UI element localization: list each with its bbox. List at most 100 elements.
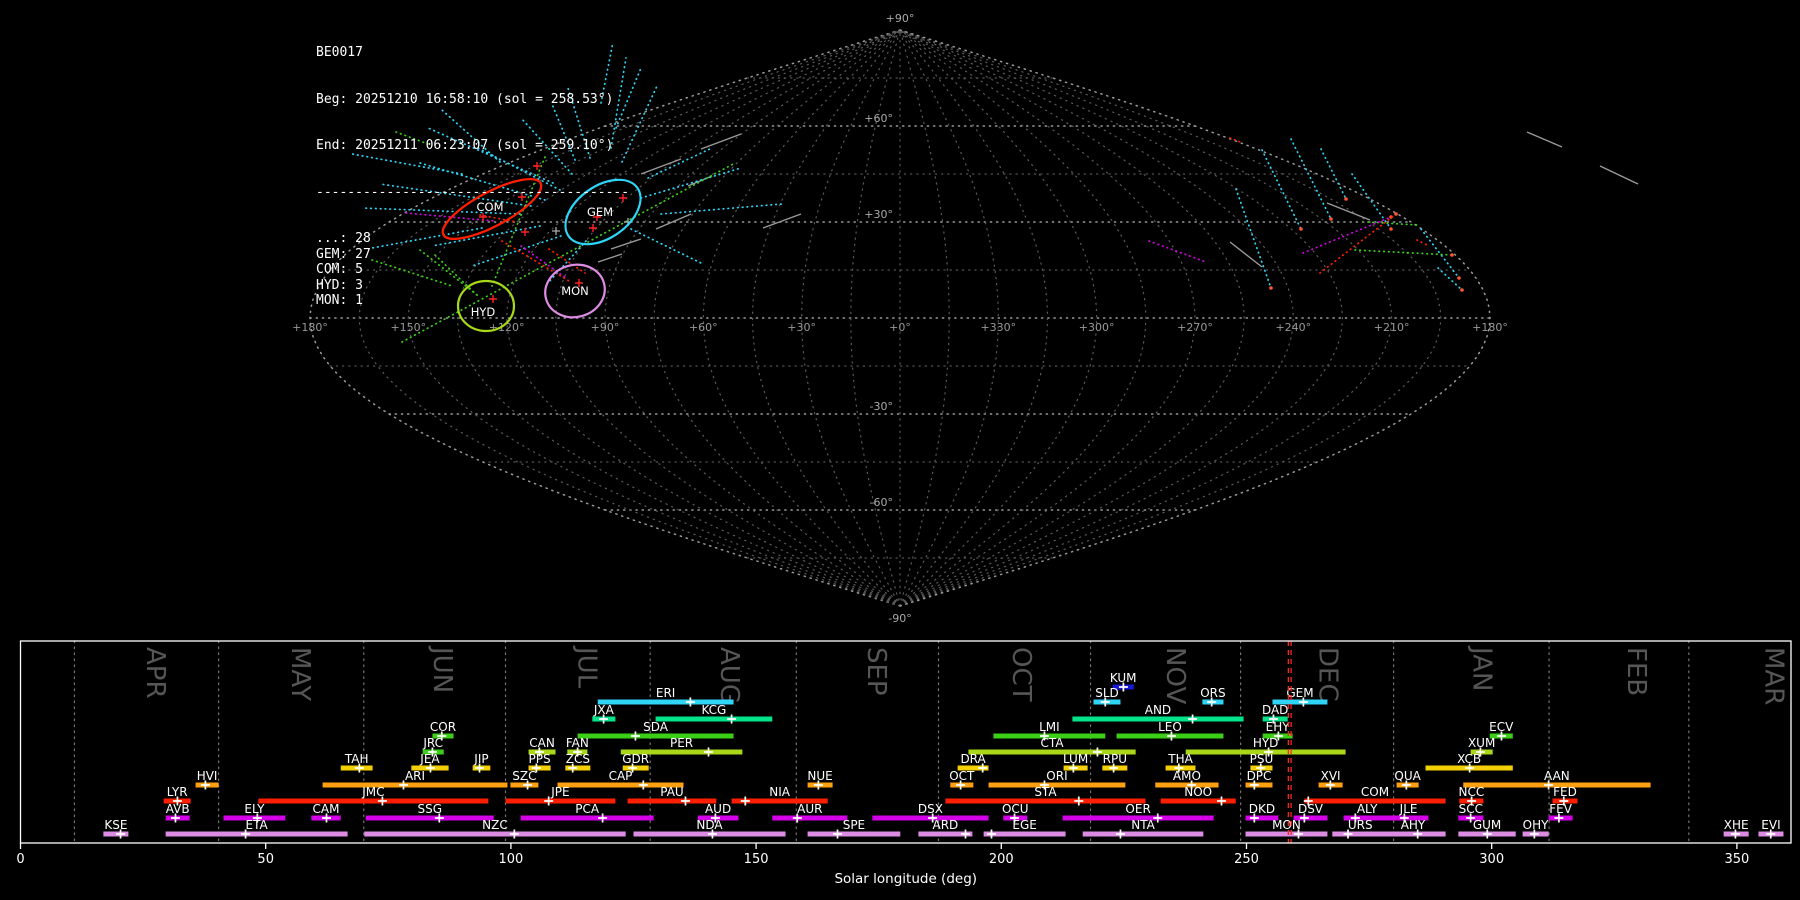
meteor-trail: [1417, 240, 1429, 246]
shower-bar-STA: [945, 799, 1145, 804]
shower-label-DKD: DKD: [1249, 802, 1275, 816]
session-begin: Beg: 20251210 16:58:10 (sol = 258.53°): [316, 92, 629, 108]
sporadic-meteor-segment: [656, 214, 691, 229]
shower-activity-AUR: AUR: [772, 802, 847, 823]
meteor-trail: [1262, 150, 1301, 229]
shower-label-SDA: SDA: [643, 720, 669, 734]
shower-label-PPS: PPS: [529, 752, 551, 766]
meteor-trail-tip: [1394, 212, 1398, 216]
shower-activity-SDA: SDA: [578, 720, 734, 741]
shower-bar-PAU: [628, 799, 717, 804]
shower-peak-marker-NTA: [1116, 830, 1125, 839]
shower-activity-SLD: SLD: [1093, 686, 1120, 707]
session-end: End: 20251211 06:23:07 (sol = 259.10°): [316, 138, 629, 154]
shower-label-SZC: SZC: [512, 769, 536, 783]
shower-label-RPU: RPU: [1103, 752, 1127, 766]
shower-label-PAU: PAU: [660, 785, 683, 799]
meteor-trail: [1320, 214, 1396, 273]
meteor-trail: [1352, 174, 1391, 229]
meteor-trail-tip: [1269, 286, 1273, 290]
shower-label-THA: THA: [1167, 752, 1193, 766]
x-axis-tick-label: 200: [989, 852, 1014, 867]
shower-label-AVB: AVB: [166, 802, 190, 816]
month-label-APR: APR: [140, 647, 170, 699]
shower-peak-marker-NIA: [741, 797, 750, 806]
shower-label-COR: COR: [430, 720, 456, 734]
shower-label-OCT: OCT: [949, 769, 975, 783]
shower-label-SPE: SPE: [843, 818, 865, 832]
meteor-trail: [1355, 250, 1452, 255]
shower-activity-JXA: JXA: [592, 703, 615, 724]
shower-label-AHY: AHY: [1401, 818, 1426, 832]
map-longitude-label: +270°: [1177, 321, 1213, 334]
shower-activity-ORS: ORS: [1200, 686, 1225, 707]
map-pole-top-label: +90°: [886, 12, 915, 25]
shower-activity-STA: STA: [945, 785, 1145, 806]
shower-activity-NZC: NZC: [364, 818, 625, 839]
shower-peak-marker-KCG: [727, 715, 736, 724]
shower-label-JPE: JPE: [550, 785, 569, 799]
sporadic-meteor-segment: [701, 134, 741, 149]
shower-label-OHY: OHY: [1523, 818, 1549, 832]
shower-peak-marker-CAP: [639, 781, 648, 790]
meteor-trail-tip: [1329, 217, 1333, 221]
month-label-DEC: DEC: [1312, 647, 1342, 702]
shower-label-QUA: QUA: [1394, 769, 1421, 783]
month-label-SEP: SEP: [861, 647, 891, 696]
shower-activity-ETA: ETA: [166, 818, 348, 839]
shower-label-NTA: NTA: [1131, 818, 1155, 832]
shower-activity-EVI: EVI: [1758, 818, 1783, 839]
shower-activity-KCG: KCG: [656, 703, 773, 724]
shower-label-PCA: PCA: [575, 802, 600, 816]
shower-label-HYD: HYD: [1253, 736, 1279, 750]
meteor-trail: [648, 148, 712, 178]
shower-activity-XVI: XVI: [1319, 769, 1343, 790]
shower-label-GDR: GDR: [622, 752, 649, 766]
shower-label-KSE: KSE: [104, 818, 127, 832]
shower-label-CAN: CAN: [529, 736, 555, 750]
shower-label-ERI: ERI: [656, 686, 675, 700]
meteor-trail-tip: [1389, 227, 1393, 231]
shower-label-FED: FED: [1553, 785, 1577, 799]
shower-activity-LEO: LEO: [1117, 720, 1224, 741]
month-label-MAR: MAR: [1759, 647, 1789, 705]
shower-label-AUR: AUR: [797, 802, 822, 816]
shower-activity-SSG: SSG: [366, 802, 494, 823]
shower-label-FEV: FEV: [1549, 802, 1572, 816]
shower-label-LUM: LUM: [1063, 752, 1088, 766]
map-meridian-line: [900, 30, 1343, 606]
x-axis-tick-label: 0: [16, 852, 24, 867]
shower-activity-ORI: ORI: [989, 769, 1126, 790]
month-label-AUG: AUG: [714, 647, 744, 704]
map-pole-bottom-label: -90°: [888, 612, 911, 625]
month-label-NOV: NOV: [1160, 647, 1190, 704]
shower-label-XUM: XUM: [1468, 736, 1495, 750]
shower-activity-HVI: HVI: [196, 769, 219, 790]
shower-peak-marker-ARD: [961, 830, 970, 839]
map-latitude-label: -60°: [870, 496, 893, 509]
meteor-trail: [1149, 241, 1206, 262]
shower-label-GEM: GEM: [1286, 686, 1313, 700]
shower-label-ALY: ALY: [1357, 802, 1378, 816]
shower-label-MON: MON: [1272, 818, 1301, 832]
shower-peak-marker-NOO: [1217, 797, 1226, 806]
month-label-JAN: JAN: [1467, 645, 1497, 691]
shower-label-DPC: DPC: [1247, 769, 1272, 783]
shower-bar-SDA: [578, 734, 734, 739]
shower-peak-marker-AND: [1188, 715, 1197, 724]
shower-activity-CAM: CAM: [311, 802, 340, 823]
shower-label-ORI: ORI: [1046, 769, 1067, 783]
shower-bar-AUR: [772, 816, 847, 821]
shower-label-ARI: ARI: [405, 769, 425, 783]
x-axis-tick-label: 350: [1724, 852, 1749, 867]
shower-activity-RPU: RPU: [1102, 752, 1127, 773]
shower-peak-marker-SPE: [833, 830, 842, 839]
shower-activity-JIP: JIP: [473, 752, 491, 773]
shower-activity-TAH: TAH: [341, 752, 373, 773]
shower-activity-PCA: PCA: [521, 802, 654, 823]
meteor-trail: [1236, 189, 1271, 288]
shower-count-line: HYD: 3: [316, 278, 629, 294]
map-longitude-label: +180°: [1472, 321, 1508, 334]
station-id: BE0017: [316, 45, 629, 61]
shower-bar-AHY: [1380, 832, 1445, 837]
